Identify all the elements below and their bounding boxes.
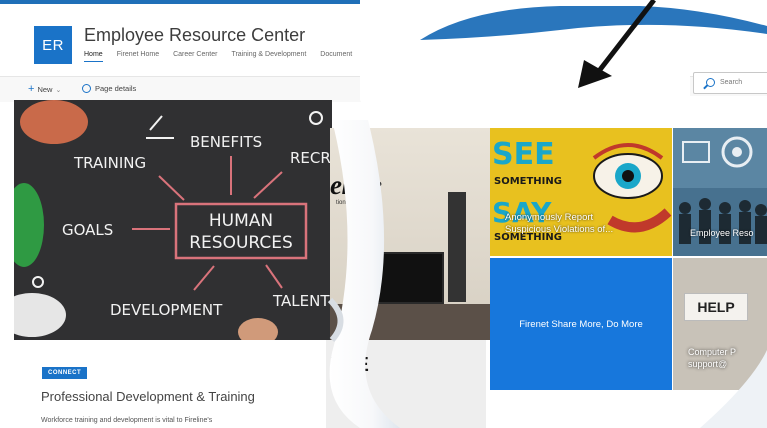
nav-firenet-home[interactable]: Firenet Home: [117, 51, 159, 58]
published-status: Published: [727, 111, 758, 118]
top-accent-line: [0, 0, 767, 4]
new-button[interactable]: + New ⌄: [28, 84, 61, 95]
nav-career-center[interactable]: Career Center: [173, 51, 217, 58]
plus-icon: +: [28, 83, 35, 95]
fireline-brand: eline: [330, 170, 382, 200]
see-something-tile[interactable]: SEE SOMETHING SAY SOMETHING: [490, 128, 672, 256]
see-something-image: SEE SOMETHING SAY SOMETHING: [490, 128, 672, 256]
hr-word-talent: TALENT: [272, 292, 330, 310]
hero-main-tile[interactable]: HUMAN RESOURCES BENEFITS RECRU TRAINING …: [14, 100, 332, 340]
chevron-down-icon: ⌄: [55, 86, 62, 94]
new-label: New: [37, 85, 53, 94]
nav-training-development[interactable]: Training & Development: [231, 51, 306, 58]
office-monitor: [374, 252, 444, 304]
fireline-brand-sub: tion Since 1947: [336, 200, 378, 206]
news-category-badge: CONNECT: [42, 367, 88, 379]
hr-word-development: DEVELOPMENT: [110, 301, 223, 319]
page-details-button[interactable]: Page details: [82, 84, 136, 93]
hr-word-center-2: RESOURCES: [189, 233, 293, 253]
employee-resources-title[interactable]: Employee Reso: [690, 228, 754, 238]
computer-support-title[interactable]: Computer Psupport@: [688, 347, 736, 370]
hr-word-training: TRAINING: [73, 154, 146, 172]
fireline-office-tile[interactable]: eline tion Since 1947: [330, 128, 490, 340]
share-site-button[interactable]: ↗ Share site: [694, 25, 742, 36]
sharepoint-page: ER Employee Resource Center Home Firenet…: [0, 0, 767, 428]
something-word: SOMETHING: [494, 176, 562, 187]
pointer-arrow-icon: [578, 0, 656, 88]
news-title[interactable]: Professional Development & Training: [41, 389, 255, 404]
search-placeholder: Search: [720, 79, 743, 86]
share-icon: ↗: [694, 25, 702, 35]
share-more-title[interactable]: Firenet Share More, Do More: [490, 319, 672, 330]
hr-word-recruiting: RECRU: [290, 149, 332, 167]
see-something-title[interactable]: Anonymously Report Suspicious Violations …: [505, 212, 613, 236]
hr-chalkboard-image: HUMAN RESOURCES BENEFITS RECRU TRAINING …: [14, 100, 332, 340]
see-word: SEE: [492, 137, 555, 172]
site-title[interactable]: Employee Resource Center: [84, 25, 305, 46]
page-details-label: Page details: [95, 84, 137, 93]
search-icon: [706, 78, 715, 87]
gear-icon: [82, 84, 91, 93]
nav-home[interactable]: Home: [84, 51, 103, 62]
site-logo[interactable]: ER: [34, 26, 72, 64]
news-body: Workforce training and development is vi…: [41, 417, 213, 424]
help-sign: HELP: [684, 293, 748, 321]
site-navigation: Home Firenet Home Career Center Training…: [84, 51, 352, 62]
share-site-label: Share site: [705, 26, 742, 35]
literature-rack: [448, 192, 466, 302]
office-desk: [330, 304, 490, 340]
hr-word-goals: GOALS: [62, 221, 113, 239]
hr-word-center-1: HUMAN: [209, 211, 273, 231]
nav-documents[interactable]: Document: [320, 51, 352, 58]
edit-button[interactable]: Edit: [396, 83, 408, 90]
people-sign-text: PLE: [330, 354, 369, 376]
follow-icon[interactable]: [684, 28, 689, 34]
hr-word-benefits: BENEFITS: [190, 133, 262, 151]
